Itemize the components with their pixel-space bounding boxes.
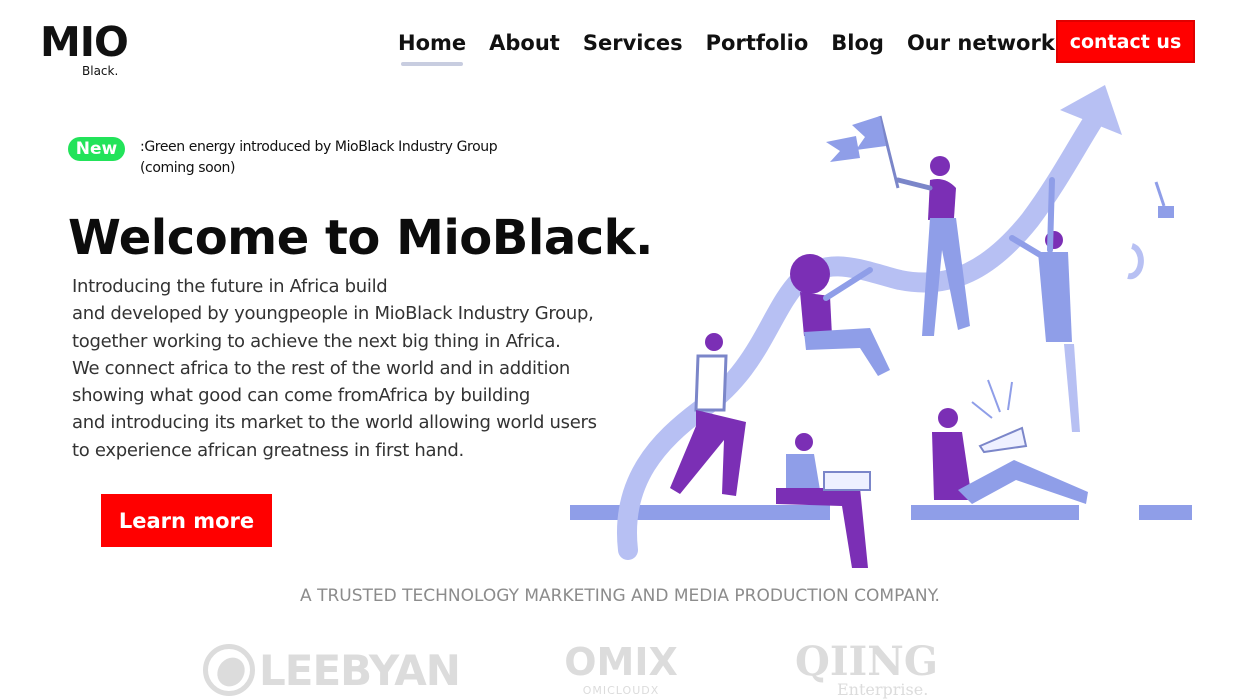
person-body-icon xyxy=(694,354,728,412)
new-badge: New xyxy=(68,137,125,161)
person-head-icon xyxy=(938,408,958,428)
person-head-icon xyxy=(930,156,950,176)
ground-bar xyxy=(911,505,1079,520)
partner-logo-qiing: QIING Enterprise. xyxy=(795,640,950,700)
logo-main-text: MIO xyxy=(40,18,129,66)
ground-bar xyxy=(1139,505,1192,520)
main-nav: Home About Services Portfolio Blog Our n… xyxy=(398,28,1078,66)
omix-logo-subtext: OMICLOUDX xyxy=(582,684,660,697)
person-body-icon xyxy=(1038,252,1072,342)
flag-pole xyxy=(878,115,900,189)
nav-item-home[interactable]: Home xyxy=(398,28,466,66)
leebyan-logo-text: LEEBYAN xyxy=(259,646,461,695)
hammer-icon xyxy=(1158,206,1174,218)
person-head-icon xyxy=(790,254,830,294)
spark-line xyxy=(971,401,993,419)
omix-logo-text: OMIX xyxy=(564,640,678,684)
person-legs-icon xyxy=(1064,344,1080,432)
spark-line xyxy=(987,379,1001,413)
logo[interactable]: MIO Black. xyxy=(40,20,140,82)
person-legs-icon xyxy=(958,460,1088,504)
person-head-icon xyxy=(795,433,813,451)
person-legs-icon xyxy=(776,488,868,568)
person-arm-icon xyxy=(1047,177,1055,253)
qiing-logo-text: QIING xyxy=(795,638,938,685)
nav-item-services[interactable]: Services xyxy=(583,28,683,62)
contact-us-button[interactable]: contact us xyxy=(1056,20,1195,63)
hero-illustration xyxy=(570,85,1192,568)
logo-sub-text: Black. xyxy=(82,64,119,78)
partner-logo-omix: OMIX OMICLOUDX xyxy=(560,640,682,700)
announcement-line: (coming soon) xyxy=(140,160,236,176)
person-head-icon xyxy=(705,333,723,351)
nav-item-blog[interactable]: Blog xyxy=(831,28,884,62)
learn-more-button[interactable]: Learn more xyxy=(101,494,272,547)
nav-item-portfolio[interactable]: Portfolio xyxy=(706,28,809,62)
ground-bar xyxy=(570,505,830,520)
person-arm-icon xyxy=(895,177,933,191)
person-body-icon xyxy=(786,454,820,490)
announcement-text: :Green energy introduced by MioBlack Ind… xyxy=(140,137,520,179)
spark-line xyxy=(1007,381,1013,411)
person-legs-icon xyxy=(804,328,890,376)
partner-logo-leebyan: LEEBYAN xyxy=(203,640,463,700)
nav-item-our-network[interactable]: Our network xyxy=(907,28,1055,62)
notebook-icon xyxy=(823,471,871,491)
person-body-icon xyxy=(928,179,956,220)
hammer-handle xyxy=(1154,181,1166,207)
flag-icon xyxy=(826,136,860,162)
qiing-logo-subtext: Enterprise. xyxy=(837,680,929,699)
leebyan-logo-icon xyxy=(203,644,255,696)
trusted-tagline: A TRUSTED TECHNOLOGY MARKETING AND MEDIA… xyxy=(300,586,940,606)
ring-icon xyxy=(1127,243,1144,280)
nav-item-about[interactable]: About xyxy=(489,28,560,62)
laptop-icon xyxy=(978,426,1028,454)
announcement-line: :Green energy introduced by MioBlack Ind… xyxy=(140,139,498,155)
